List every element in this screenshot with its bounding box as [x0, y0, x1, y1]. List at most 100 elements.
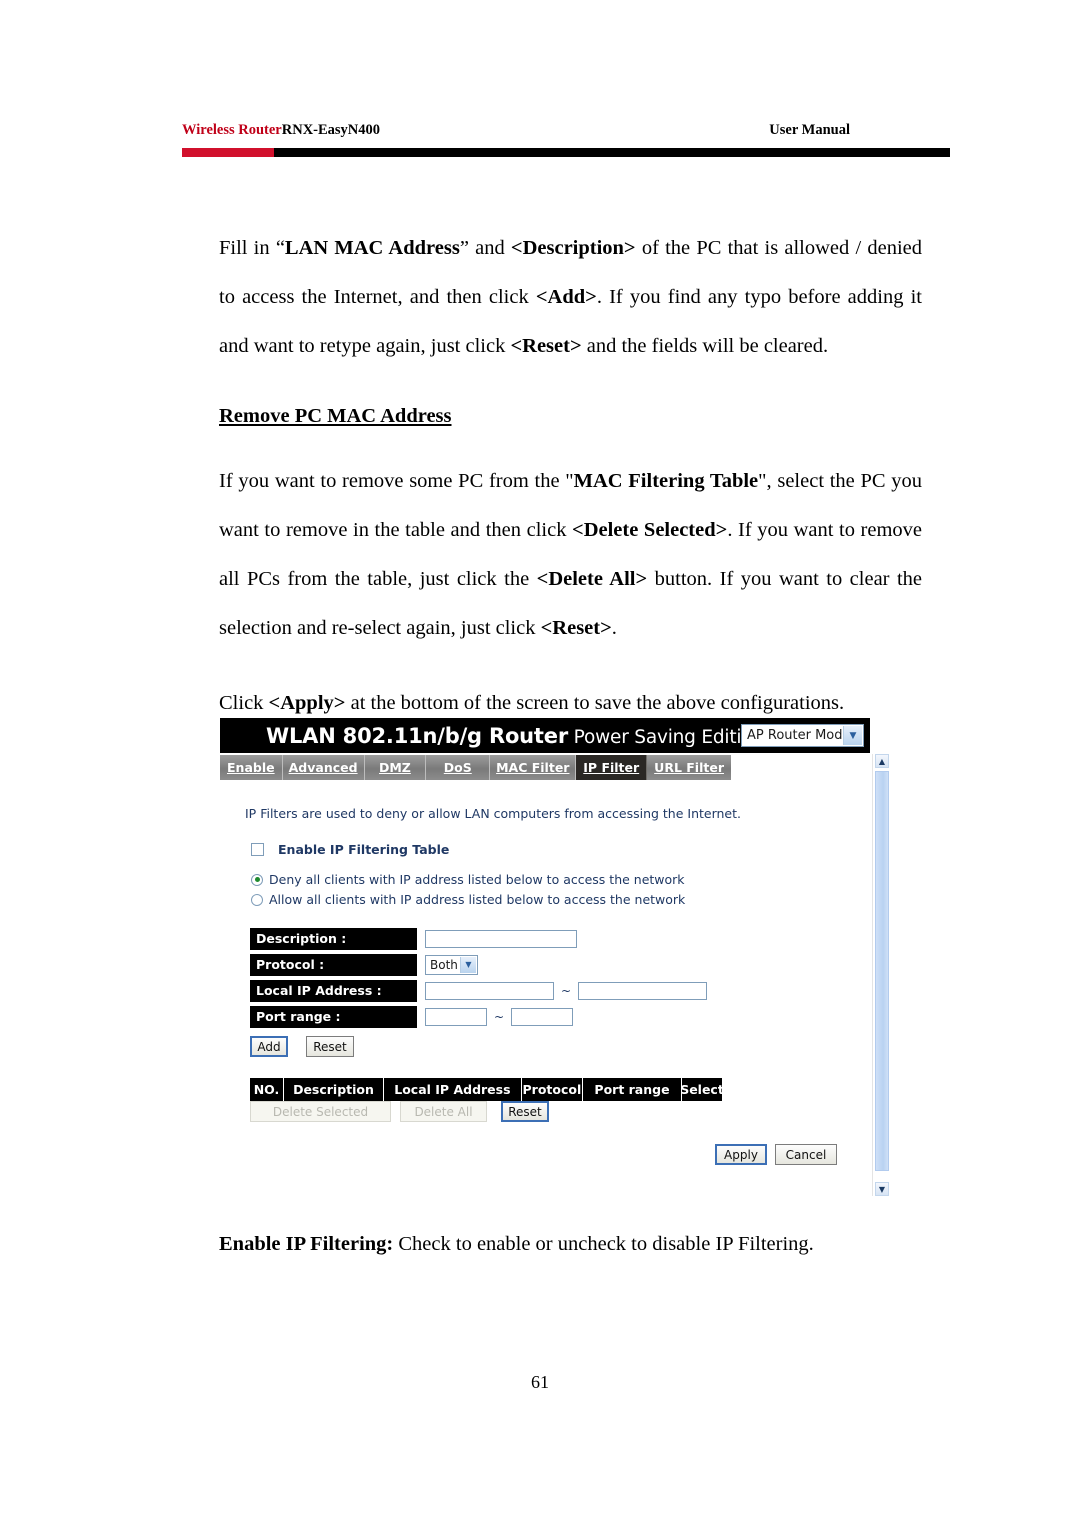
- tab-mac-filter[interactable]: MAC Filter: [490, 755, 577, 780]
- paragraph-fill-in: Fill in “LAN MAC Address” and <Descripti…: [219, 224, 922, 371]
- table-reset-button[interactable]: Reset: [501, 1101, 549, 1122]
- ip-filter-form: Description : Protocol : Both ▼ Local IP…: [250, 926, 708, 1030]
- port-to-input[interactable]: [511, 1007, 574, 1026]
- add-button[interactable]: Add: [250, 1036, 288, 1057]
- paragraph-enable-ip-filtering: Enable IP Filtering: Check to enable or …: [219, 1220, 922, 1269]
- para4-rest: Check to enable or uncheck to disable IP…: [393, 1233, 814, 1255]
- local-ip-control: ~: [425, 981, 708, 1000]
- ip-filter-table-header: NO. Description Local IP Address Protoco…: [250, 1078, 722, 1101]
- radio-allow-label: Allow all clients with IP address listed…: [269, 892, 686, 907]
- router-title-light: Power Saving Edition: [567, 727, 765, 748]
- column-header-no: NO.: [250, 1078, 284, 1101]
- form-row-protocol: Protocol : Both ▼: [250, 952, 707, 977]
- column-header-protocol: Protocol: [521, 1078, 583, 1101]
- form-action-buttons: Add Reset: [250, 1036, 354, 1057]
- para2-bold-delete-all: <Delete All>: [536, 568, 648, 590]
- router-title-strong: WLAN 802.11n/b/g Router: [266, 724, 568, 748]
- apply-button[interactable]: Apply: [715, 1144, 767, 1165]
- para2-end: .: [611, 617, 617, 639]
- header-left: Wireless RouterRNX-EasyN400: [182, 122, 380, 139]
- scrollbar-thumb[interactable]: [875, 771, 889, 1171]
- enable-ip-filtering-table-row[interactable]: Enable IP Filtering Table: [251, 842, 449, 857]
- para3-end: at the bottom of the screen to save the …: [345, 692, 845, 714]
- form-row-local-ip: Local IP Address : ~: [250, 978, 708, 1003]
- tab-enable[interactable]: Enable: [220, 755, 283, 780]
- ip-filter-intro-text: IP Filters are used to deny or allow LAN…: [245, 806, 741, 821]
- local-ip-to-input[interactable]: [578, 981, 708, 1000]
- para2-bold-reset: <Reset>: [540, 617, 612, 639]
- cancel-button[interactable]: Cancel: [775, 1144, 837, 1165]
- radio-row-allow[interactable]: Allow all clients with IP address listed…: [251, 892, 685, 907]
- enable-ip-filtering-label: Enable IP Filtering Table: [278, 842, 450, 857]
- para2-bold-mac-filtering-table: MAC Filtering Table: [573, 470, 759, 492]
- port-range-separator: ~: [494, 1009, 505, 1024]
- header-model: RNX-EasyN400: [281, 122, 381, 138]
- port-range-control: ~: [425, 1007, 574, 1026]
- form-reset-button[interactable]: Reset: [306, 1036, 354, 1057]
- tab-ip-filter[interactable]: IP Filter: [576, 755, 648, 780]
- delete-selected-button[interactable]: Delete Selected: [250, 1101, 391, 1122]
- tab-dmz[interactable]: DMZ: [365, 755, 427, 780]
- port-range-label: Port range :: [250, 1005, 417, 1028]
- para3-bold-apply: <Apply>: [268, 692, 346, 714]
- tab-dos[interactable]: DoS: [426, 755, 491, 780]
- column-header-port-range: Port range: [582, 1078, 682, 1101]
- enable-ip-filtering-checkbox[interactable]: [251, 843, 264, 856]
- paragraph-remove-pc: If you want to remove some PC from the "…: [219, 457, 922, 653]
- description-input[interactable]: [425, 929, 577, 948]
- local-ip-range-separator: ~: [561, 983, 572, 998]
- chevron-down-icon[interactable]: ▼: [460, 956, 476, 973]
- radio-allow-all-clients[interactable]: [251, 893, 263, 906]
- scroll-up-icon[interactable]: ▲: [875, 754, 889, 768]
- protocol-value: Both: [430, 957, 458, 972]
- document-body: Fill in “LAN MAC Address” and <Descripti…: [219, 224, 922, 796]
- router-tabbar: Enable Advanced DMZ DoS MAC Filter IP Fi…: [220, 755, 731, 780]
- port-from-input[interactable]: [425, 1007, 487, 1026]
- column-header-local-ip: Local IP Address: [383, 1078, 522, 1101]
- panel-footer-buttons: Apply Cancel: [715, 1144, 837, 1165]
- tab-advanced[interactable]: Advanced: [283, 755, 365, 780]
- local-ip-from-input[interactable]: [425, 981, 554, 1000]
- protocol-control: Both ▼: [425, 954, 478, 975]
- header-doc-type: User Manual: [769, 122, 850, 138]
- column-header-description: Description: [284, 1078, 384, 1101]
- document-body-after-screenshot: Enable IP Filtering: Check to enable or …: [219, 1220, 922, 1269]
- ap-router-mode-value: AP Router Mode: [747, 728, 851, 743]
- para2-bold-delete-selected: <Delete Selected>: [572, 519, 728, 541]
- form-row-description: Description :: [250, 926, 707, 951]
- panel-scrollbar[interactable]: ▲ ▼: [872, 754, 891, 1196]
- radio-deny-label: Deny all clients with IP address listed …: [269, 872, 685, 887]
- description-control: [425, 929, 577, 948]
- tab-url-filter[interactable]: URL Filter: [647, 755, 731, 780]
- table-action-buttons: Delete Selected Delete All Reset: [250, 1101, 549, 1122]
- page-header: Wireless RouterRNX-EasyN400 User Manual: [182, 122, 950, 157]
- para4-bold-enable-ip-filtering: Enable IP Filtering:: [219, 1233, 394, 1255]
- header-rule-red-segment: [182, 148, 274, 157]
- protocol-select[interactable]: Both ▼: [425, 954, 478, 975]
- column-header-select: Select: [680, 1078, 722, 1101]
- router-panel-body: IP Filters are used to deny or allow LAN…: [219, 780, 871, 1196]
- ap-router-mode-select[interactable]: AP Router Mode ▼: [741, 724, 864, 747]
- delete-all-button[interactable]: Delete All: [400, 1101, 487, 1122]
- header-brand: Wireless Router: [182, 122, 282, 138]
- para1-pre: Fill in “: [219, 237, 285, 259]
- form-row-port-range: Port range : ~: [250, 1004, 707, 1029]
- radio-deny-all-clients[interactable]: [251, 873, 263, 886]
- router-titlebar: WLAN 802.11n/b/g Router Power Saving Edi…: [220, 718, 870, 753]
- chevron-down-icon[interactable]: ▼: [843, 726, 862, 745]
- page-number: 61: [531, 1372, 549, 1392]
- local-ip-label: Local IP Address :: [250, 979, 417, 1002]
- description-label: Description :: [250, 927, 417, 950]
- scroll-down-icon[interactable]: ▼: [875, 1182, 889, 1196]
- header-rule: [182, 148, 950, 157]
- para3-pre: Click: [219, 692, 269, 714]
- para1-mid1: ” and: [459, 237, 511, 259]
- para1-bold-reset: <Reset>: [510, 335, 582, 357]
- header-row: Wireless RouterRNX-EasyN400 User Manual: [182, 122, 950, 139]
- router-title: WLAN 802.11n/b/g Router Power Saving Edi…: [266, 724, 764, 748]
- router-ui-viewport: WLAN 802.11n/b/g Router Power Saving Edi…: [219, 716, 871, 1196]
- para1-end: and the fields will be cleared.: [581, 335, 829, 357]
- radio-row-deny[interactable]: Deny all clients with IP address listed …: [251, 872, 685, 887]
- subheading-remove-pc-mac-address: Remove PC MAC Address: [219, 405, 452, 427]
- para1-bold-add: <Add>: [535, 286, 597, 308]
